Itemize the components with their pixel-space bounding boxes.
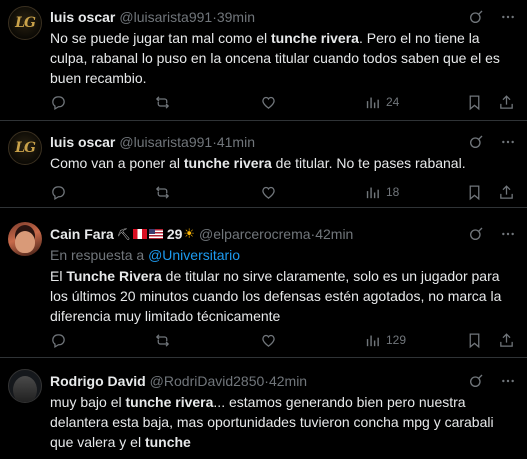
grok-icon[interactable] [467,372,485,390]
text-segment: muy bajo el [50,394,126,410]
more-icon[interactable] [499,372,517,390]
views-button[interactable]: 18 [364,184,399,201]
views-icon [366,335,379,346]
views-icon [366,187,379,198]
more-icon[interactable] [499,8,517,26]
views-button[interactable]: 24 [364,94,399,111]
like-icon[interactable] [260,184,277,201]
grok-icon[interactable] [467,225,485,243]
reply-to-link[interactable]: @Universitario [148,247,240,263]
emoji-number: 29 [166,226,183,242]
more-icon[interactable] [499,133,517,151]
user-handle[interactable]: @elparcerocrema [199,226,310,242]
share-icon[interactable] [498,94,515,111]
reply-context: En respuesta a @Universitario [50,247,240,263]
retweet-icon[interactable] [154,94,171,111]
display-name[interactable]: luis oscar [50,9,115,25]
timestamp[interactable]: 42min [315,226,353,242]
timestamp[interactable]: 42min [269,373,307,389]
text-segment: de titular. No te pases rabanal. [271,155,466,171]
bookmark-icon[interactable] [466,94,483,111]
tweet[interactable]: Rodrigo David @RodriDavid2850 · 42min mu… [0,358,527,459]
tweet-actions: 24 [50,92,515,112]
more-icon[interactable] [499,225,517,243]
reply-icon[interactable] [50,94,67,111]
highlighted-keyword: tunche rivera [125,394,214,410]
reply-icon[interactable] [50,332,67,349]
retweet-icon[interactable] [154,332,171,349]
grok-icon[interactable] [467,8,485,26]
user-handle[interactable]: @luisarista991 [119,134,212,150]
text-segment: No se puede jugar tan mal como el [50,30,272,46]
display-name[interactable]: luis oscar [50,134,115,150]
timestamp[interactable]: 39min [217,9,255,25]
reply-icon[interactable] [50,184,67,201]
user-handle[interactable]: @luisarista991 [119,9,212,25]
views-button[interactable]: 129 [364,332,406,349]
usa-flag-icon [148,229,163,239]
tweet-header: Cain Fara ⛏ 29 ☀ @elparcerocrema · 42min [50,225,503,243]
tweet-text: No se puede jugar tan mal como el tunche… [50,28,513,88]
sun-icon: ☀ [183,226,196,241]
retweet-icon[interactable] [154,184,171,201]
avatar[interactable]: LG [8,131,42,165]
like-icon[interactable] [260,332,277,349]
tweet-text: El Tunche Rivera de titular no sirve cla… [50,266,513,326]
highlighted-keyword: tunche rivera [183,155,272,171]
reply-prefix: En respuesta a [50,247,149,263]
tweet[interactable]: LG luis oscar @luisarista991 · 41min Com… [0,121,527,208]
views-count: 24 [386,95,400,109]
tweet[interactable]: LG luis oscar @luisarista991 · 39min No … [0,0,527,121]
timestamp[interactable]: 41min [217,134,255,150]
tweet-header: luis oscar @luisarista991 · 41min [50,133,503,151]
highlighted-keyword: tunche [144,434,191,450]
timeline-feed: LG luis oscar @luisarista991 · 39min No … [0,0,527,459]
tweet-text: muy bajo el tunche rivera... estamos gen… [50,392,513,452]
display-name[interactable]: Rodrigo David [50,373,146,389]
pickaxe-emoji: ⛏ [116,228,131,241]
views-count: 18 [386,185,400,199]
bookmark-icon[interactable] [466,332,483,349]
tweet-header: luis oscar @luisarista991 · 39min [50,8,503,26]
highlighted-keyword: Tunche Rivera [66,268,162,284]
avatar[interactable] [8,222,42,256]
tweet-actions: 129 [50,330,515,350]
text-segment: Como van a poner al [50,155,184,171]
grok-icon[interactable] [467,133,485,151]
highlighted-keyword: tunche rivera [271,30,359,46]
tweet[interactable]: Cain Fara ⛏ 29 ☀ @elparcerocrema · 42min… [0,208,527,358]
like-icon[interactable] [260,94,277,111]
views-icon [366,97,379,108]
tweet-text: Como van a poner al tunche rivera de tit… [50,153,513,173]
tweet-actions: 18 [50,182,515,202]
avatar[interactable] [8,369,42,403]
share-icon[interactable] [498,184,515,201]
peru-flag-icon [132,229,147,239]
bookmark-icon[interactable] [466,184,483,201]
share-icon[interactable] [498,332,515,349]
tweet-header: Rodrigo David @RodriDavid2850 · 42min [50,372,503,390]
views-count: 129 [386,333,407,347]
avatar[interactable]: LG [8,6,42,40]
user-handle[interactable]: @RodriDavid2850 [150,373,265,389]
display-name[interactable]: Cain Fara [50,226,114,242]
text-segment: El [50,268,67,284]
